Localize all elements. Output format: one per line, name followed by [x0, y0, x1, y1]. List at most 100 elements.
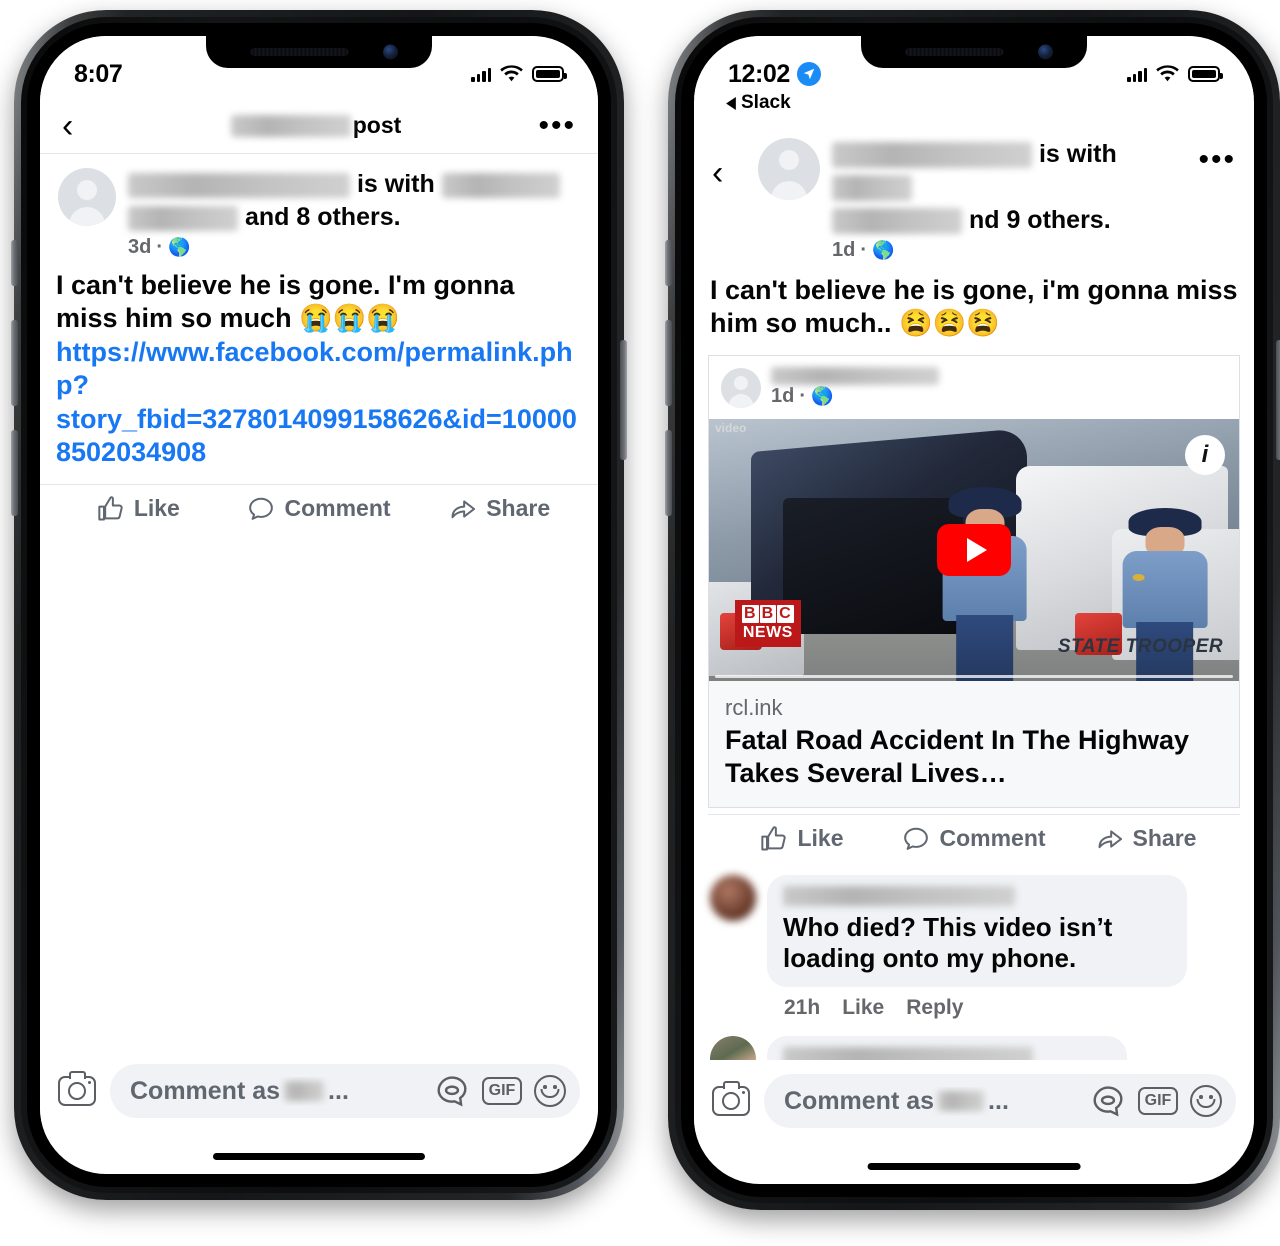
redacted-tagged-name-2 — [832, 208, 962, 235]
like-button-right[interactable]: Like — [716, 825, 888, 853]
redacted-tagged-name-2 — [128, 205, 238, 231]
back-to-app-link[interactable]: Slack — [726, 92, 791, 114]
commenter-avatar[interactable] — [710, 874, 756, 921]
share-label: Share — [486, 495, 551, 522]
globe-icon: 🌎 — [168, 237, 191, 257]
info-icon[interactable]: i — [1185, 435, 1225, 476]
post-byline-block-left: is with and 8 others. 3d · 🌎 — [128, 168, 580, 259]
state-trooper-figure-1 — [942, 487, 1027, 682]
comment-reply-button[interactable]: Reply — [906, 996, 963, 1020]
wifi-icon — [1156, 65, 1179, 82]
byline-is-with: is with — [1038, 140, 1117, 168]
redacted-tagged-name-1 — [832, 175, 912, 202]
home-indicator-right[interactable] — [867, 1163, 1081, 1170]
share-button-left[interactable]: Share — [409, 495, 590, 523]
post-text-left: I can't believe he is gone. I'm gonna mi… — [40, 259, 598, 484]
sticker-icon[interactable] — [1090, 1084, 1126, 1118]
front-camera-icon — [1038, 44, 1053, 60]
smiley-icon[interactable] — [1190, 1085, 1222, 1117]
comment-input-left[interactable]: Comment as ... GIF — [110, 1064, 580, 1118]
embed-separator: · — [799, 385, 807, 408]
volume-up-button-left[interactable] — [11, 320, 18, 406]
post-header-left: is with and 8 others. 3d · 🌎 — [40, 154, 598, 259]
share-arrow-icon — [1098, 830, 1122, 849]
post-header-right: ‹ is with nd 9 others. 1d · 🌎 ••• — [694, 120, 1254, 262]
power-button-left[interactable] — [620, 340, 627, 460]
like-label: Like — [133, 495, 180, 522]
post-action-bar-right: Like Comment Share — [708, 813, 1240, 863]
byline-others-count[interactable]: 8 others. — [296, 203, 400, 231]
gif-button-right[interactable]: GIF — [1138, 1087, 1178, 1115]
comment-placeholder-prefix: Comment as — [130, 1076, 281, 1105]
comment-actions: 21h Like Reply — [767, 987, 1187, 1020]
phone-right-notch — [861, 36, 1087, 68]
home-indicator-left[interactable] — [212, 1153, 426, 1160]
post-link-url[interactable]: https://www.facebook.com/permalink.php?s… — [56, 337, 577, 467]
location-arrow-icon — [796, 62, 821, 86]
volume-up-button-right[interactable] — [665, 320, 672, 406]
battery-icon — [1188, 66, 1223, 82]
cellular-signal-icon — [1127, 67, 1147, 82]
comment-button-left[interactable]: Comment — [229, 495, 410, 523]
back-chevron-left-icon[interactable]: ‹ — [62, 109, 96, 143]
ellipsis-menu-icon-left[interactable]: ••• — [536, 111, 576, 141]
redacted-username-compose — [938, 1091, 985, 1111]
comment-button-right[interactable]: Comment — [888, 825, 1060, 853]
phone-left-screen: 8:07 ‹ post ••• is with and 8 others. 3d… — [40, 36, 598, 1174]
redacted-author-name — [832, 142, 1032, 169]
comment-content: Who died? This video isn’t loading onto … — [767, 874, 1187, 1020]
video-thumbnail[interactable]: STATE TROOPER video i BBC NEWS — [709, 419, 1239, 682]
ellipsis-menu-icon-right[interactable]: ••• — [1196, 145, 1236, 175]
comment-bubble: Who died? This video isn’t loading onto … — [767, 874, 1187, 988]
cellular-signal-icon — [471, 67, 491, 82]
byline-others-count[interactable]: 9 others. — [1006, 206, 1110, 234]
two-phone-mockup-scene: 8:07 ‹ post ••• is with and 8 others. 3d… — [0, 0, 1280, 1246]
comment-bubble-icon — [249, 497, 274, 520]
comment-input-right[interactable]: Comment as ... GIF — [764, 1074, 1236, 1128]
back-chevron-left-icon[interactable]: ‹ — [712, 156, 746, 190]
comment-like-button[interactable]: Like — [842, 996, 884, 1020]
post-message-text: I can't believe he is gone. I'm gonna mi… — [56, 270, 515, 334]
comment-bubble-icon — [904, 827, 929, 850]
meta-separator: · — [860, 239, 868, 261]
phone-right-screen: 12:02 Slack ‹ is with nd 9 others. 1d · … — [694, 36, 1254, 1184]
globe-icon: 🌎 — [872, 240, 895, 260]
volume-down-button-right[interactable] — [665, 430, 672, 516]
embed-avatar-placeholder[interactable] — [721, 367, 761, 408]
earpiece-speaker-icon — [905, 48, 1004, 56]
link-card-footer[interactable]: rcl.ink Fatal Road Accident In The Highw… — [709, 681, 1239, 807]
avatar-placeholder-left[interactable] — [58, 168, 116, 226]
status-bar-left-group: 8:07 — [74, 60, 123, 89]
link-preview-card[interactable]: 1d · 🌎 STATE TROOPER video i B B C NEWS … — [708, 354, 1240, 808]
power-button-right[interactable] — [1276, 340, 1280, 460]
phone-right-scroll-area[interactable]: ‹ is with nd 9 others. 1d · 🌎 ••• I can'… — [694, 120, 1254, 1184]
share-button-right[interactable]: Share — [1060, 825, 1232, 853]
smiley-icon[interactable] — [534, 1075, 566, 1107]
camera-icon[interactable] — [712, 1081, 750, 1116]
triangle-left-icon — [726, 96, 736, 110]
back-to-app-label: Slack — [741, 92, 791, 113]
state-trooper-decal-text: STATE TROOPER — [1057, 635, 1224, 657]
post-byline-block-right: is with nd 9 others. 1d · 🌎 — [832, 138, 1184, 262]
facebook-nav-bar-left: ‹ post ••• — [40, 98, 598, 154]
volume-down-button-left[interactable] — [11, 430, 18, 516]
post-byline-left: is with and 8 others. — [128, 168, 580, 234]
post-action-bar-left: Like Comment Share — [40, 483, 598, 533]
gif-button-left[interactable]: GIF — [482, 1077, 522, 1105]
sticker-icon[interactable] — [434, 1074, 470, 1108]
silent-switch-left[interactable] — [11, 240, 18, 286]
meta-separator: · — [156, 236, 164, 258]
video-label: video — [715, 421, 747, 436]
silent-switch-right[interactable] — [665, 240, 672, 286]
phone-left-scroll-area[interactable]: ‹ post ••• is with and 8 others. 3d · 🌎 … — [40, 98, 598, 1174]
comment-text: Who died? This video isn’t loading onto … — [783, 911, 1113, 974]
redacted-name-title — [230, 114, 351, 137]
comment-timestamp: 21h — [784, 996, 821, 1020]
camera-icon[interactable] — [58, 1071, 96, 1106]
youtube-play-icon[interactable] — [937, 524, 1011, 577]
like-button-left[interactable]: Like — [48, 495, 229, 523]
video-progress-bar[interactable] — [715, 675, 1233, 679]
avatar-placeholder-right[interactable] — [758, 138, 820, 200]
page-title-left: post — [96, 112, 536, 139]
share-arrow-icon — [451, 500, 476, 518]
